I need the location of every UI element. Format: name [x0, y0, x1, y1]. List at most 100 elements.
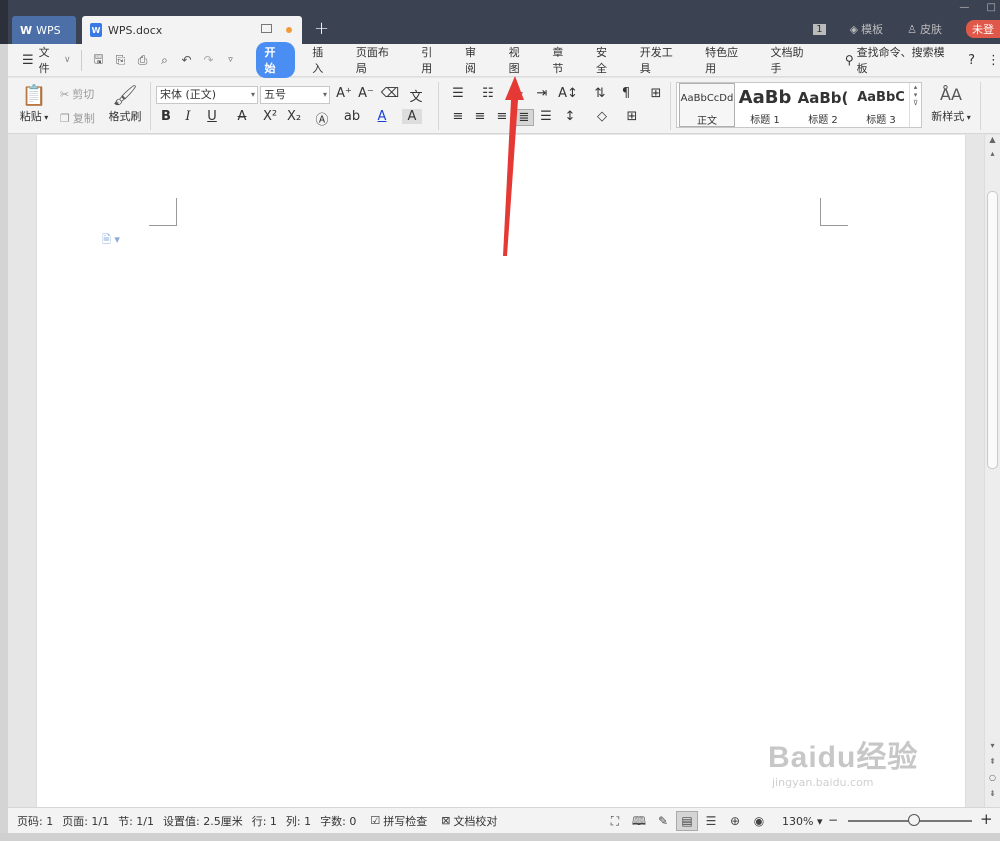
file-menu[interactable]: ☰ 文件 ∨: [22, 44, 71, 76]
next-page-icon[interactable]: ⇟: [985, 789, 1000, 798]
font-color-icon[interactable]: A: [372, 109, 392, 124]
clear-format-icon[interactable]: ⌫: [380, 86, 400, 101]
zoom-slider-handle[interactable]: [908, 814, 920, 826]
justify-icon[interactable]: ≣: [514, 109, 534, 126]
table-icon[interactable]: ⊞: [646, 86, 666, 101]
numbered-list-icon[interactable]: ☷: [478, 86, 498, 101]
align-center-icon[interactable]: ≡: [470, 109, 490, 124]
tab-chapter[interactable]: 章节: [541, 44, 585, 76]
paragraph-layout-icon[interactable]: 🗎 ▾: [102, 231, 120, 250]
export-pdf-icon[interactable]: ⎘: [110, 53, 132, 68]
template-button[interactable]: ◈ 模板: [850, 21, 883, 37]
underline-icon[interactable]: U: [202, 109, 222, 124]
status-pages[interactable]: 页面: 1/1: [62, 813, 109, 829]
scroll-down-icon[interactable]: ▾: [985, 741, 1000, 750]
text-effect-icon[interactable]: Ⓐ: [312, 109, 332, 128]
status-col[interactable]: 列: 1: [286, 813, 311, 829]
distribute-icon[interactable]: ☰: [536, 109, 556, 124]
fullscreen-icon[interactable]: ⛶: [604, 811, 626, 831]
skin-button[interactable]: ♙ 皮肤: [907, 21, 942, 37]
tab-count-badge[interactable]: 1: [813, 23, 826, 35]
shrink-font-icon[interactable]: A⁻: [356, 86, 376, 101]
monitor-icon[interactable]: [261, 24, 272, 33]
minimize-button[interactable]: —: [959, 2, 969, 13]
scroll-up-icon[interactable]: ▲: [985, 135, 1000, 144]
line-spacing-icon[interactable]: ↕: [560, 109, 580, 124]
superscript-icon[interactable]: X²: [260, 109, 280, 124]
tab-special[interactable]: 特色应用: [694, 44, 759, 76]
redo-icon[interactable]: ↷: [198, 53, 220, 67]
tab-insert[interactable]: 插入: [301, 44, 345, 76]
zoom-level[interactable]: 130% ▾: [782, 815, 822, 828]
tab-assistant[interactable]: 文档助手: [759, 44, 824, 76]
zoom-out-button[interactable]: −: [828, 813, 838, 827]
strikethrough-icon[interactable]: A: [232, 109, 252, 124]
tab-document[interactable]: W WPS.docx: [82, 16, 302, 44]
align-right-icon[interactable]: ≡: [492, 109, 512, 124]
increase-indent-icon[interactable]: ⇥: [532, 86, 552, 101]
customize-icon[interactable]: ▿: [220, 55, 242, 65]
align-left-icon[interactable]: ≡: [448, 109, 468, 124]
new-style-button[interactable]: ÅA 新样式 ▾: [928, 82, 974, 124]
scroll-thumb[interactable]: [987, 191, 998, 469]
bold-icon[interactable]: B: [156, 109, 176, 124]
sort-icon[interactable]: ⇅: [590, 86, 610, 101]
undo-icon[interactable]: ↶: [176, 53, 198, 67]
style-normal[interactable]: AaBbCcDd 正文: [679, 83, 735, 127]
save-icon[interactable]: 🖫: [88, 50, 110, 71]
status-setting[interactable]: 设置值: 2.5厘米: [163, 813, 243, 829]
more-button[interactable]: ⋮: [987, 53, 1000, 68]
document-page[interactable]: 🗎 ▾: [36, 135, 966, 807]
status-word-count[interactable]: 字数: 0: [320, 813, 356, 829]
decrease-indent-icon[interactable]: ⇤: [508, 86, 528, 101]
vertical-scrollbar[interactable]: ▲ ▴ ▾ ⇞ ○ ⇟: [984, 135, 1000, 807]
zoom-in-button[interactable]: +: [980, 810, 993, 828]
help-button[interactable]: ?: [968, 53, 975, 68]
paragraph-shading-icon[interactable]: ◇: [592, 109, 612, 124]
scroll-up-icon[interactable]: ▴: [985, 149, 1000, 158]
format-painter-button[interactable]: 🖌 格式刷: [104, 82, 146, 124]
status-page-number[interactable]: 页码: 1: [17, 813, 53, 829]
spell-check-button[interactable]: ☑ 拼写检查: [370, 813, 427, 829]
cut-button[interactable]: ✂ 剪切: [60, 86, 94, 102]
styles-scroll[interactable]: ▴ ▾ ⊽: [909, 83, 921, 127]
text-direction-icon[interactable]: A↕: [558, 86, 578, 101]
copy-button[interactable]: ❐ 复制: [60, 110, 95, 126]
maximize-button[interactable]: □: [987, 2, 996, 13]
grow-font-icon[interactable]: A⁺: [334, 86, 354, 101]
command-search[interactable]: ⚲ 查找命令、搜索模板: [845, 44, 954, 76]
tab-view[interactable]: 视图: [498, 44, 542, 76]
tab-developer[interactable]: 开发工具: [629, 44, 694, 76]
borders-icon[interactable]: ⊞: [622, 109, 642, 124]
font-size-select[interactable]: 五号 ▾: [260, 86, 330, 104]
new-tab-button[interactable]: +: [314, 18, 329, 39]
italic-icon[interactable]: I: [178, 109, 198, 124]
reading-mode-icon[interactable]: 🕮: [628, 811, 650, 831]
tab-page-layout[interactable]: 页面布局: [345, 44, 410, 76]
paste-button[interactable]: 📋 粘贴 ▾: [14, 82, 54, 124]
style-heading-1[interactable]: AaBb 标题 1: [737, 83, 793, 127]
tab-review[interactable]: 审阅: [454, 44, 498, 76]
tab-references[interactable]: 引用: [410, 44, 454, 76]
style-heading-2[interactable]: AaBb( 标题 2: [795, 83, 851, 127]
status-row[interactable]: 行: 1: [252, 813, 277, 829]
proofread-button[interactable]: ⊠ 文档校对: [441, 813, 497, 829]
tab-wps-home[interactable]: W WPS: [12, 16, 76, 44]
pinyin-guide-icon[interactable]: 文: [406, 86, 426, 105]
outline-view-icon[interactable]: ☰: [700, 811, 722, 831]
font-name-select[interactable]: 宋体 (正文) ▾: [156, 86, 258, 104]
char-shading-icon[interactable]: A: [402, 109, 422, 124]
web-view-icon[interactable]: ⊕: [724, 811, 746, 831]
tab-security[interactable]: 安全: [585, 44, 629, 76]
print-icon[interactable]: ⎙: [132, 53, 154, 68]
edit-mode-icon[interactable]: ✎: [652, 811, 674, 831]
select-browse-icon[interactable]: ○: [985, 773, 1000, 782]
subscript-icon[interactable]: X₂: [284, 109, 304, 124]
style-heading-3[interactable]: AaBbC 标题 3: [853, 83, 909, 127]
login-button[interactable]: 未登: [966, 20, 1000, 38]
bullet-list-icon[interactable]: ☰: [448, 86, 468, 101]
page-view-icon[interactable]: ▤: [676, 811, 698, 831]
eye-protection-icon[interactable]: ◉: [748, 811, 770, 831]
print-preview-icon[interactable]: ⌕: [154, 53, 176, 68]
show-marks-icon[interactable]: ¶: [616, 86, 636, 101]
